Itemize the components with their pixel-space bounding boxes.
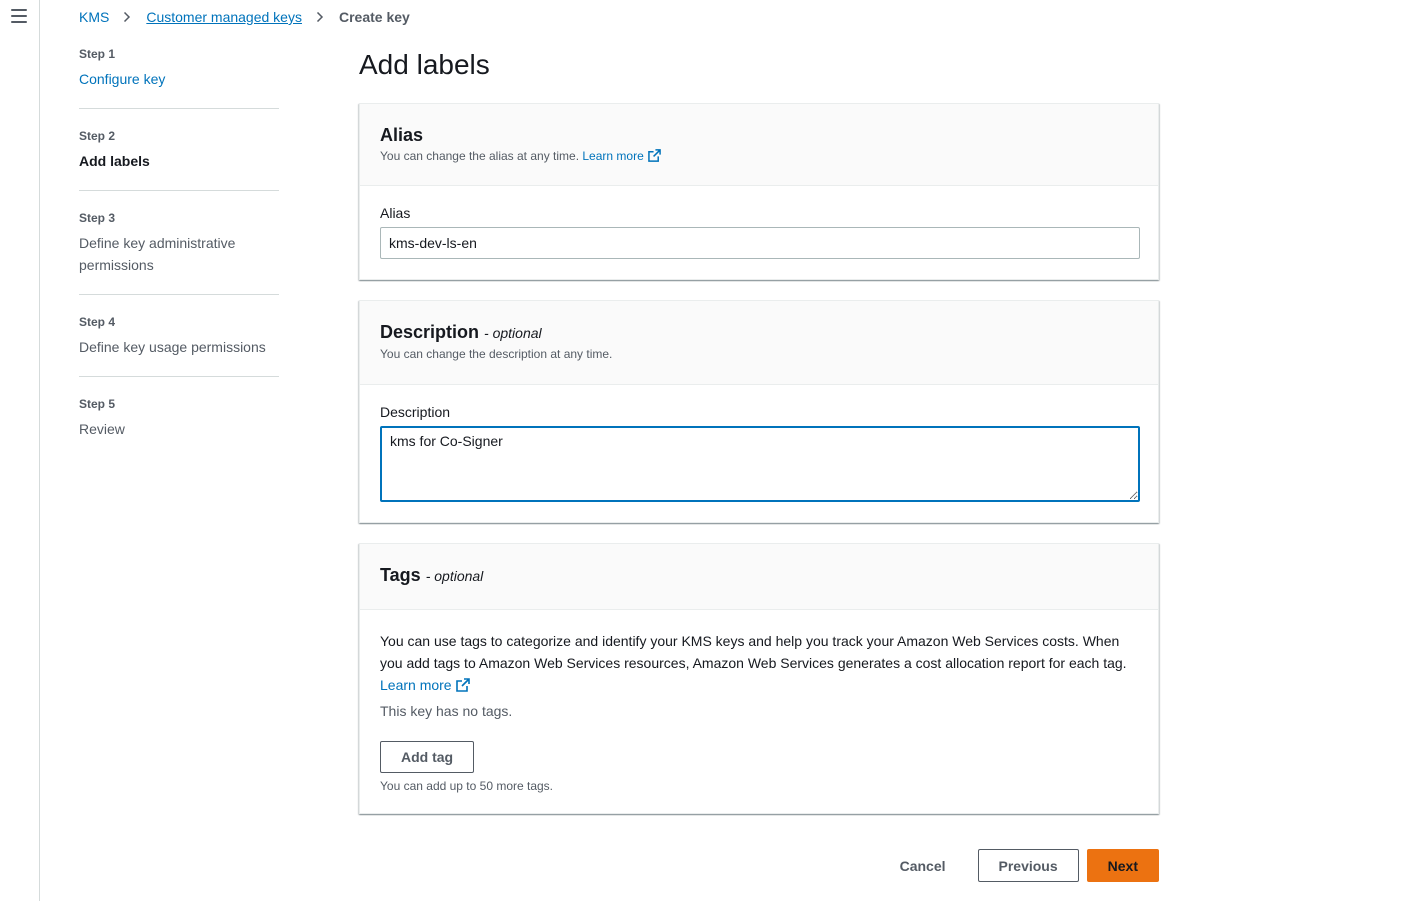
description-panel-header: Description - optional You can change th… (360, 301, 1158, 385)
cancel-button[interactable]: Cancel (880, 850, 966, 882)
alias-panel-title-text: Alias (380, 125, 424, 145)
external-link-icon (455, 678, 470, 692)
external-link-icon (647, 149, 661, 162)
tags-info-text: You can use tags to categorize and ident… (380, 630, 1138, 696)
step-link-configure-key[interactable]: Configure key (79, 68, 279, 90)
step-number: Step 1 (79, 47, 116, 61)
chevron-right-icon (124, 12, 131, 22)
alias-panel-title: Alias (380, 124, 1138, 146)
next-button[interactable]: Next (1086, 849, 1159, 882)
step-number: Step 3 (79, 211, 116, 225)
step-title-add-labels: Add labels (79, 153, 150, 169)
wizard-actions: Cancel Previous Next (880, 849, 1159, 882)
wizard-step-4: Step 4 Define key usage permissions (79, 314, 279, 377)
description-textarea[interactable]: kms for Co-Signer (380, 426, 1140, 502)
breadcrumb-customer-managed-keys[interactable]: Customer managed keys (146, 9, 302, 25)
description-field-label: Description (380, 404, 451, 420)
description-panel-title: Description - optional (380, 321, 1138, 344)
description-panel-body: Description kms for Co-Signer (360, 385, 1158, 525)
side-navigation-rail (0, 0, 40, 901)
alias-panel-description-text: You can change the alias at any time. (380, 149, 580, 163)
alias-input[interactable] (380, 227, 1140, 259)
tags-info-body: You can use tags to categorize and ident… (380, 633, 1127, 671)
wizard-step-3: Step 3 Define key administrative permiss… (79, 210, 279, 295)
step-number: Step 5 (79, 397, 116, 411)
alias-panel: Alias You can change the alias at any ti… (359, 103, 1159, 280)
hamburger-menu-icon[interactable] (11, 9, 27, 23)
alias-panel-description: You can change the alias at any time. Le… (380, 148, 1138, 164)
alias-learn-more-text: Learn more (582, 149, 644, 163)
breadcrumb-current: Create key (338, 9, 410, 25)
page-title: Add labels (359, 49, 490, 80)
previous-button[interactable]: Previous (977, 849, 1079, 882)
add-tag-button[interactable]: Add tag (380, 741, 475, 773)
tags-learn-more-text: Learn more (380, 677, 452, 693)
tags-learn-more-link[interactable]: Learn more (380, 677, 470, 693)
optional-label: - optional (484, 325, 542, 341)
tags-limit-hint: You can add up to 50 more tags. (380, 779, 554, 793)
tags-panel-title: Tags - optional (380, 564, 1138, 587)
wizard-step-2: Step 2 Add labels (79, 128, 279, 191)
tags-panel-body: You can use tags to categorize and ident… (360, 610, 1158, 814)
tags-panel-header: Tags - optional (360, 544, 1158, 610)
tags-panel: Tags - optional You can use tags to cate… (359, 543, 1159, 814)
alias-learn-more-link[interactable]: Learn more (582, 149, 661, 163)
step-title-review: Review (79, 421, 125, 437)
description-panel: Description - optional You can change th… (359, 300, 1159, 523)
wizard-step-5: Step 5 Review (79, 396, 279, 458)
breadcrumb-kms[interactable]: KMS (79, 9, 109, 25)
description-panel-title-text: Description (380, 322, 480, 342)
wizard-step-1: Step 1 Configure key (79, 46, 279, 109)
tags-panel-title-text: Tags (380, 565, 421, 585)
optional-label: - optional (425, 568, 484, 584)
step-number: Step 2 (79, 129, 116, 143)
description-panel-description: You can change the description at any ti… (380, 347, 613, 361)
tags-empty-message: This key has no tags. (380, 703, 513, 719)
step-title-usage-permissions: Define key usage permissions (79, 339, 266, 355)
step-title-admin-permissions: Define key administrative permissions (79, 235, 236, 273)
breadcrumb: KMS Customer managed keys Create key (79, 7, 410, 27)
step-number: Step 4 (79, 315, 116, 329)
alias-panel-body: Alias (360, 186, 1158, 279)
alias-field-label: Alias (380, 205, 411, 221)
chevron-right-icon (316, 12, 324, 22)
wizard-steps: Step 1 Configure key Step 2 Add labels S… (79, 46, 279, 477)
alias-panel-header: Alias You can change the alias at any ti… (360, 104, 1158, 186)
